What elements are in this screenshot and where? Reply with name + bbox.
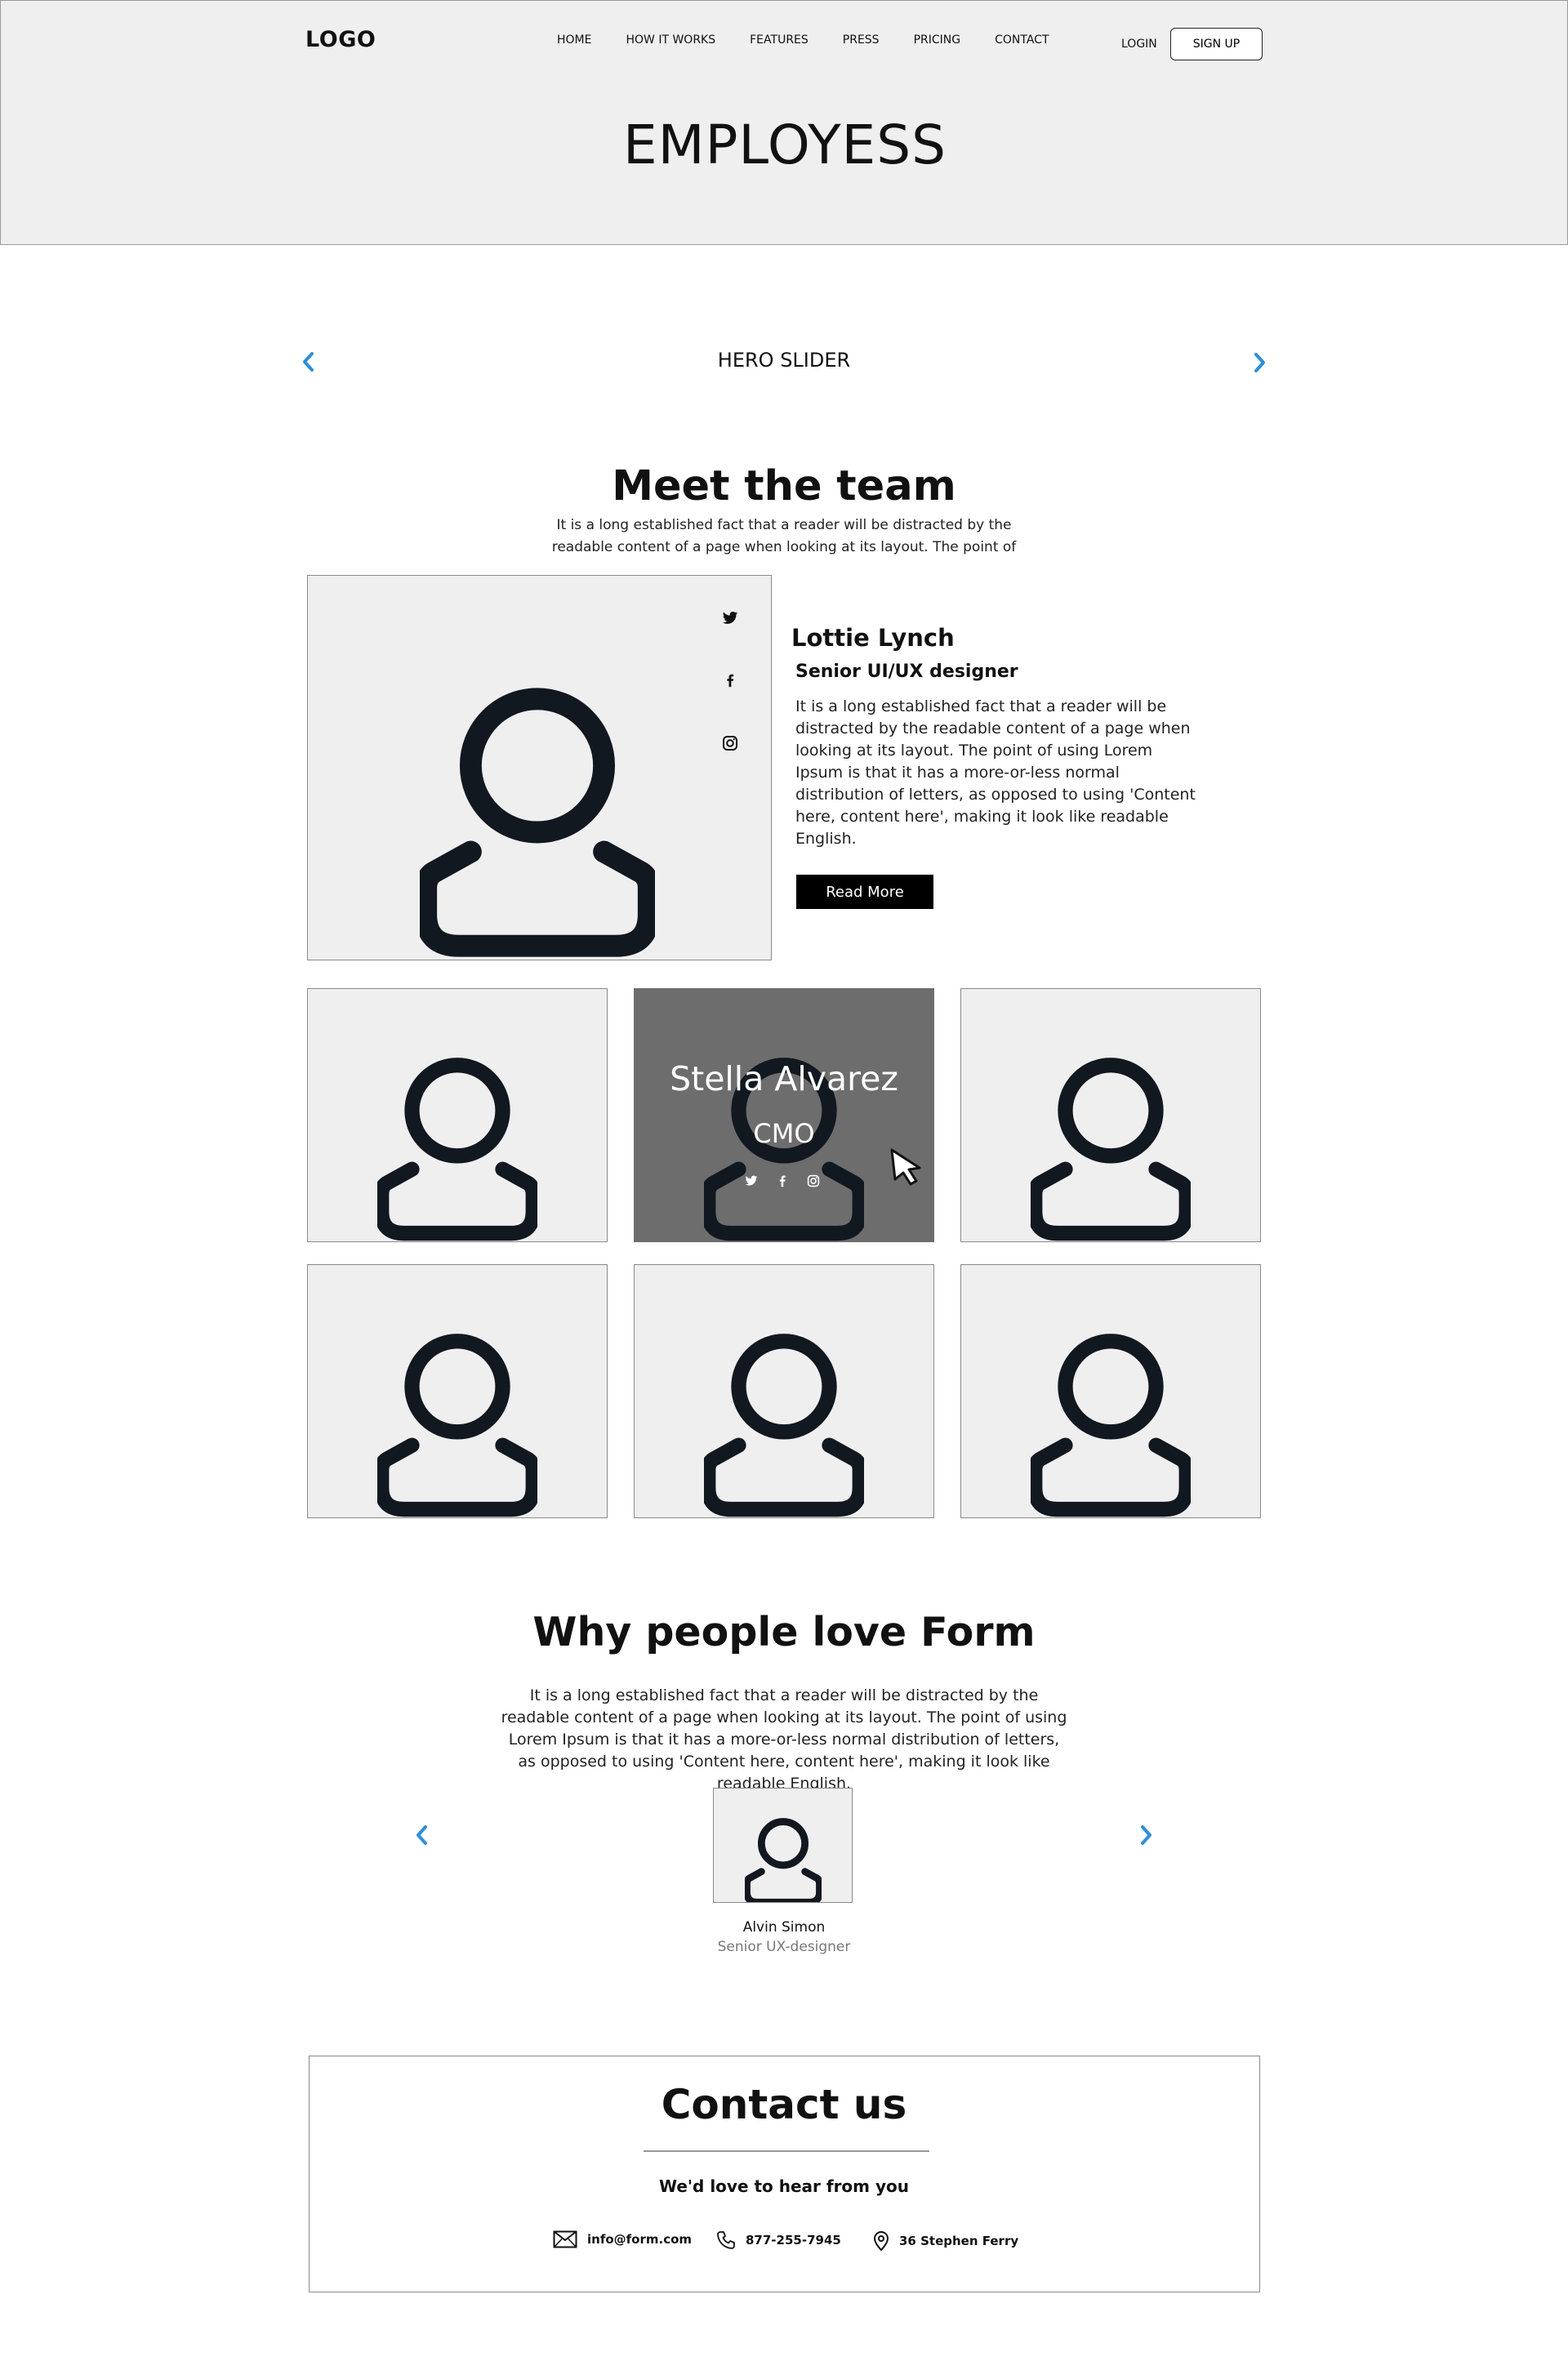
featured-member-photo[interactable] <box>307 575 772 960</box>
avatar-icon <box>1031 1316 1191 1518</box>
instagram-icon[interactable] <box>722 735 742 797</box>
facebook-icon[interactable] <box>722 673 742 735</box>
avatar-icon <box>1031 1040 1191 1242</box>
avatar-icon <box>745 1810 822 1903</box>
team-title: Meet the team <box>612 462 956 510</box>
logo[interactable]: LOGO <box>305 27 376 52</box>
team-member-card[interactable] <box>960 1264 1261 1518</box>
hero-next-button[interactable] <box>1250 352 1271 373</box>
chevron-right-icon <box>1254 353 1265 372</box>
phone-icon <box>717 2231 735 2249</box>
team-member-card-hovered[interactable] <box>634 988 934 1242</box>
contact-address[interactable]: 36 Stephen Ferry <box>873 2230 1018 2252</box>
contact-phone[interactable]: 877-255-7945 <box>716 2230 841 2250</box>
featured-member-role: Senior UI/UX designer <box>795 662 1018 682</box>
hover-member-name: Stella Alvarez <box>670 1059 898 1098</box>
main-nav: HOME HOW IT WORKS FEATURES PRESS PRICING… <box>557 33 1084 47</box>
phone-text[interactable]: 877-255-7945 <box>746 2233 841 2248</box>
mail-icon <box>553 2230 577 2248</box>
testimonial-name: Alvin Simon <box>742 1919 826 1936</box>
team-member-card[interactable] <box>307 988 608 1242</box>
nav-contact[interactable]: CONTACT <box>995 33 1049 47</box>
hover-member-role: CMO <box>753 1118 815 1149</box>
hero-slider-label: HERO SLIDER <box>717 349 851 372</box>
mouse-cursor-icon <box>887 1147 926 1191</box>
why-text: It is a long established fact that a rea… <box>501 1686 1067 1793</box>
address-text[interactable]: 36 Stephen Ferry <box>899 2234 1018 2248</box>
testimonial-role: Senior UX-designer <box>717 1939 851 1955</box>
site-header: LOGO HOME HOW IT WORKS FEATURES PRESS PR… <box>0 0 1568 245</box>
login-link[interactable]: LOGIN <box>1121 38 1157 51</box>
location-pin-icon <box>873 2230 889 2252</box>
signup-button[interactable]: SIGN UP <box>1170 28 1263 60</box>
contact-subtitle: We'd love to hear from you <box>659 2176 909 2196</box>
divider <box>644 2150 929 2152</box>
hover-social-links <box>745 1174 820 1191</box>
testimonial-prev-button[interactable] <box>411 1824 432 1846</box>
featured-social-links <box>722 611 742 797</box>
twitter-icon[interactable] <box>722 611 742 673</box>
avatar-icon <box>704 1316 864 1518</box>
why-title: Why people love Form <box>532 1609 1036 1655</box>
nav-how-it-works[interactable]: HOW IT WORKS <box>626 33 715 47</box>
instagram-icon[interactable] <box>807 1174 820 1191</box>
avatar-icon <box>377 1316 537 1518</box>
contact-title: Contact us <box>661 2081 907 2128</box>
nav-press[interactable]: PRESS <box>843 33 880 47</box>
team-intro: It is a long established fact that a rea… <box>551 517 1017 555</box>
team-member-card[interactable] <box>960 988 1261 1242</box>
email-text[interactable]: info@form.com <box>587 2232 692 2247</box>
testimonial-next-button[interactable] <box>1136 1824 1157 1846</box>
featured-member-bio: It is a long established fact that a rea… <box>795 697 1196 848</box>
read-more-button[interactable]: Read More <box>796 875 933 909</box>
nav-pricing[interactable]: PRICING <box>914 33 961 47</box>
team-member-card[interactable] <box>307 1264 608 1518</box>
chevron-left-icon <box>416 1825 427 1845</box>
team-member-card[interactable] <box>634 1264 934 1518</box>
nav-features[interactable]: FEATURES <box>750 33 808 47</box>
nav-home[interactable]: HOME <box>557 33 591 47</box>
contact-email[interactable]: info@form.com <box>553 2230 692 2248</box>
featured-member-name: Lottie Lynch <box>791 624 955 652</box>
facebook-icon[interactable] <box>776 1174 789 1191</box>
chevron-right-icon <box>1141 1825 1152 1845</box>
avatar-icon <box>420 662 655 960</box>
testimonial-avatar <box>713 1788 853 1903</box>
page-title: EMPLOYESS <box>622 114 947 176</box>
twitter-icon[interactable] <box>745 1174 758 1191</box>
